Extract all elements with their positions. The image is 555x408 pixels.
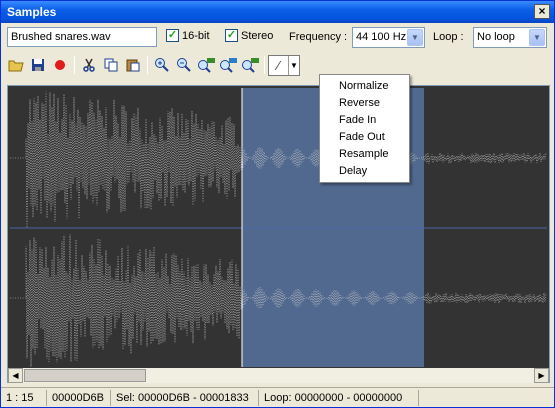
frequency-label: Frequency : <box>289 31 348 43</box>
menu-item-fade-in[interactable]: Fade In <box>320 112 409 129</box>
waveform-canvas[interactable] <box>10 88 547 367</box>
scroll-left-icon[interactable]: ◀ <box>8 368 23 383</box>
frequency-select[interactable]: 44 100 Hz ▼ <box>352 27 425 48</box>
toolbar-separator <box>147 56 148 74</box>
zoom-all-icon[interactable] <box>195 55 217 76</box>
toolbar-separator <box>264 56 265 74</box>
samples-window: Samples × ✓ 16-bit ✓ Stereo Frequency : … <box>0 0 555 408</box>
waveform-editor[interactable]: ◀ ▶ <box>7 85 550 383</box>
bit16-label: 16-bit <box>182 29 210 42</box>
menu-item-resample[interactable]: Resample <box>320 146 409 163</box>
status-position: 1 : 15 <box>1 389 47 406</box>
window-title: Samples <box>7 5 57 19</box>
zoom-selection-icon[interactable] <box>217 55 239 76</box>
status-loop: Loop: 00000000 - 00000000 <box>259 389 419 406</box>
menu-item-normalize[interactable]: Normalize <box>320 78 409 95</box>
status-selection: Sel: 00000D6B - 00001833 <box>111 389 259 406</box>
stereo-label: Stereo <box>241 29 274 42</box>
zoom-in-icon[interactable] <box>151 55 173 76</box>
save-icon[interactable] <box>27 55 49 76</box>
close-button[interactable]: × <box>534 4 550 19</box>
menu-item-fade-out[interactable]: Fade Out <box>320 129 409 146</box>
checkmark-icon: ✓ <box>166 29 179 42</box>
sample-properties-bar: ✓ 16-bit ✓ Stereo Frequency : 44 100 Hz … <box>1 24 554 52</box>
menu-item-reverse[interactable]: Reverse <box>320 95 409 112</box>
scroll-right-icon[interactable]: ▶ <box>534 368 549 383</box>
loop-label: Loop : <box>433 31 464 43</box>
scroll-thumb[interactable] <box>24 369 146 382</box>
filename-input[interactable] <box>7 27 157 47</box>
toolbar: ⁄ ▼ <box>5 54 550 76</box>
menu-item-delay[interactable]: Delay <box>320 163 409 180</box>
toolbar-separator <box>74 56 75 74</box>
frequency-value: 44 100 Hz <box>356 31 407 43</box>
pencil-icon[interactable]: ⁄ <box>269 58 288 73</box>
zoom-out-icon[interactable] <box>173 55 195 76</box>
loop-value: No loop <box>477 31 515 43</box>
effects-dropdown-button[interactable]: ⁄ ▼ <box>268 54 300 76</box>
open-folder-icon[interactable] <box>5 55 27 76</box>
chevron-down-icon[interactable]: ▼ <box>407 29 423 46</box>
title-bar: Samples × <box>1 1 554 23</box>
horizontal-scrollbar[interactable]: ◀ ▶ <box>8 368 549 383</box>
status-offset: 00000D6B <box>47 389 111 406</box>
stereo-checkbox[interactable]: ✓ Stereo <box>225 29 273 42</box>
bit16-checkbox[interactable]: ✓ 16-bit <box>166 29 210 42</box>
chevron-down-icon[interactable]: ▼ <box>529 29 545 46</box>
zoom-loop-icon[interactable] <box>239 55 261 76</box>
copy-icon[interactable] <box>100 55 122 76</box>
loop-select[interactable]: No loop ▼ <box>473 27 547 48</box>
record-icon[interactable] <box>49 55 71 76</box>
effects-menu: Normalize Reverse Fade In Fade Out Resam… <box>319 74 410 183</box>
status-bar: 1 : 15 00000D6B Sel: 00000D6B - 00001833… <box>1 387 554 407</box>
cut-icon[interactable] <box>78 55 100 76</box>
checkmark-icon: ✓ <box>225 29 238 42</box>
chevron-down-icon[interactable]: ▼ <box>288 55 299 75</box>
paste-icon[interactable] <box>122 55 144 76</box>
